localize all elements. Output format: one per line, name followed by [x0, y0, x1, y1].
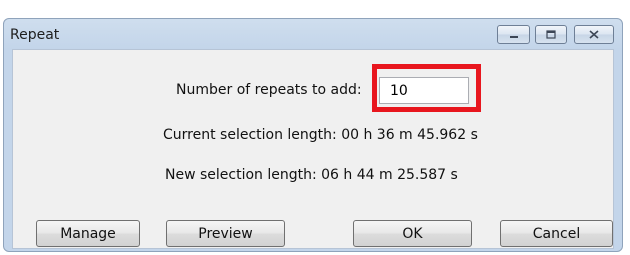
maximize-icon [546, 30, 556, 39]
new-selection-length: New selection length: 06 h 44 m 25.587 s [165, 167, 458, 183]
repeats-label: Number of repeats to add: [176, 82, 362, 98]
current-selection-length: Current selection length: 00 h 36 m 45.9… [163, 127, 478, 143]
cancel-button[interactable]: Cancel [500, 220, 613, 247]
minimize-button[interactable] [497, 25, 530, 44]
maximize-button[interactable] [535, 25, 567, 44]
window-title: Repeat [10, 27, 60, 43]
ok-button[interactable]: OK [353, 220, 472, 247]
manage-button[interactable]: Manage [36, 220, 140, 247]
dialog-body: Number of repeats to add: Current select… [12, 49, 614, 249]
close-icon [589, 30, 599, 39]
minimize-icon [509, 35, 518, 38]
preview-button[interactable]: Preview [166, 220, 285, 247]
repeats-input[interactable] [379, 77, 469, 104]
repeat-dialog-window: Repeat Number of repeats to add: Current… [3, 18, 623, 252]
close-button[interactable] [574, 25, 614, 44]
